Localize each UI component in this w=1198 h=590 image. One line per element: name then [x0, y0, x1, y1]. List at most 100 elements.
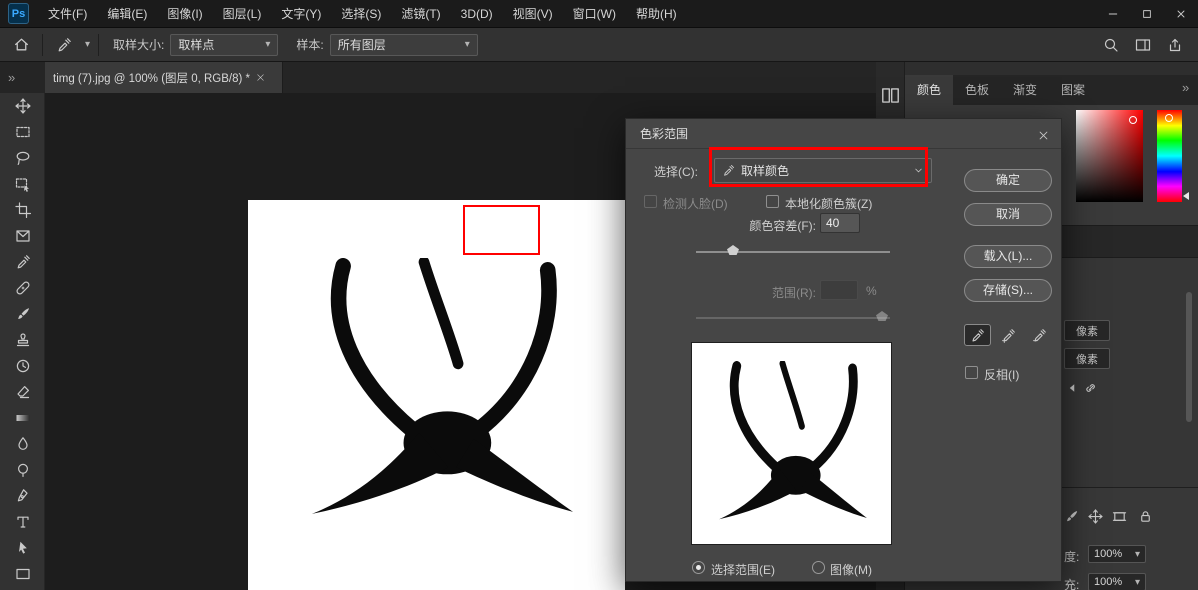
document-tab-bar: » timg (7).jpg @ 100% (图层 0, RGB/8) *: [0, 62, 876, 93]
dodge-tool-icon[interactable]: [0, 457, 45, 483]
eraser-tool-icon[interactable]: [0, 379, 45, 405]
panel-scrollbar[interactable]: [1186, 292, 1192, 422]
menu-item[interactable]: 视图(V): [503, 0, 563, 28]
home-icon[interactable]: [8, 32, 34, 58]
menu-item[interactable]: 帮助(H): [626, 0, 687, 28]
document-image[interactable]: [248, 200, 625, 590]
photoshop-logo: Ps: [8, 3, 29, 24]
image-radio[interactable]: [812, 561, 825, 574]
sample-size-label: 取样大小:: [113, 36, 164, 53]
move-tool-icon[interactable]: [0, 93, 45, 119]
menu-item[interactable]: 文字(Y): [271, 0, 331, 28]
menu-item[interactable]: 文件(F): [38, 0, 97, 28]
type-tool-icon[interactable]: [0, 509, 45, 535]
load-button[interactable]: 载入(L)...: [964, 245, 1052, 268]
title-bar: Ps 文件(F)编辑(E)图像(I)图层(L)文字(Y)选择(S)滤镜(T)3D…: [0, 0, 1198, 28]
panel-menu-chevron-icon[interactable]: »: [1182, 80, 1189, 95]
menu-item[interactable]: 图层(L): [213, 0, 272, 28]
chevron-down-icon: ▾: [265, 39, 270, 50]
localized-clusters-checkbox[interactable]: [766, 195, 779, 208]
ok-button[interactable]: 确定: [964, 169, 1052, 192]
shape-tool-icon[interactable]: [0, 561, 45, 587]
fuzziness-slider-thumb[interactable]: [727, 245, 739, 255]
history-brush-tool-icon[interactable]: [0, 353, 45, 379]
hue-marker[interactable]: [1165, 114, 1173, 122]
clone-stamp-tool-icon[interactable]: [0, 327, 45, 353]
menu-item[interactable]: 窗口(W): [563, 0, 626, 28]
brush-tool-icon[interactable]: [0, 301, 45, 327]
dialog-title: 色彩范围: [640, 125, 688, 142]
invert-checkbox[interactable]: [965, 366, 978, 379]
gradient-tool-icon[interactable]: [0, 405, 45, 431]
range-label: 范围(R):: [696, 284, 816, 301]
blur-tool-icon[interactable]: [0, 431, 45, 457]
panel-group-icon[interactable]: [881, 86, 900, 105]
healing-brush-tool-icon[interactable]: [0, 275, 45, 301]
fuzziness-label: 颜色容差(F):: [696, 217, 816, 234]
panel-tab-1[interactable]: 颜色: [905, 75, 953, 105]
save-button[interactable]: 存储(S)...: [964, 279, 1052, 302]
divider: [98, 34, 99, 56]
lock-transparent-icon[interactable]: [1062, 507, 1080, 525]
height-unit-field[interactable]: 像素: [1064, 348, 1110, 369]
crop-tool-icon[interactable]: [0, 197, 45, 223]
opacity-value-field[interactable]: 100% ▾: [1088, 545, 1146, 563]
marquee-tool-icon[interactable]: [0, 119, 45, 145]
selection-radio-label: 选择范围(E): [711, 561, 775, 578]
eyedropper-tool-icon[interactable]: [0, 249, 45, 275]
fuzziness-input[interactable]: 40: [820, 213, 860, 233]
lasso-tool-icon[interactable]: [0, 145, 45, 171]
pen-tool-icon[interactable]: [0, 483, 45, 509]
object-selection-tool-icon[interactable]: [0, 171, 45, 197]
panel-tab-4[interactable]: 图案: [1049, 75, 1097, 105]
eyedropper-add-icon[interactable]: [995, 324, 1022, 346]
workspace-layout-icon[interactable]: [1130, 32, 1156, 58]
toolbar-collapse-icon[interactable]: »: [8, 70, 15, 85]
tab-close-icon[interactable]: [256, 73, 265, 82]
width-unit-field[interactable]: 像素: [1064, 320, 1110, 341]
localized-clusters-label: 本地化颜色簇(Z): [785, 195, 872, 212]
lock-all-icon[interactable]: [1136, 507, 1154, 525]
hue-arrow-icon[interactable]: [1183, 192, 1189, 200]
hue-slider[interactable]: [1157, 110, 1182, 202]
eyedropper-sample-icon[interactable]: [964, 324, 991, 346]
range-input: [820, 280, 858, 300]
color-range-dialog: 色彩范围 选择(C): 取样颜色 检测人脸(D) 本地化颜色簇(Z) 颜色容差(…: [625, 118, 1062, 582]
range-slider-track: [696, 317, 890, 319]
dialog-close-icon[interactable]: [1033, 125, 1053, 145]
minimize-icon[interactable]: [1096, 0, 1130, 28]
sample-size-select[interactable]: 取样点 ▾: [170, 34, 278, 56]
flip-triangle-icon[interactable]: [1066, 382, 1078, 394]
eyedropper-subtract-icon[interactable]: [1026, 324, 1053, 346]
close-icon[interactable]: [1164, 0, 1198, 28]
maximize-icon[interactable]: [1130, 0, 1164, 28]
active-tool-chevron-icon[interactable]: ▾: [85, 39, 90, 50]
panel-tab-2[interactable]: 色板: [953, 75, 1001, 105]
lock-artboard-icon[interactable]: [1110, 507, 1128, 525]
selection-radio[interactable]: [692, 561, 705, 574]
panel-tab-3[interactable]: 渐变: [1001, 75, 1049, 105]
dialog-title-bar[interactable]: 色彩范围: [626, 119, 1061, 149]
range-slider-thumb: [876, 311, 888, 321]
tools-panel: [0, 93, 45, 590]
active-tool-eyedropper-icon[interactable]: [51, 32, 77, 58]
fill-value-field[interactable]: 100% ▾: [1088, 573, 1146, 590]
menu-item[interactable]: 滤镜(T): [391, 0, 450, 28]
color-field-marker[interactable]: [1129, 116, 1137, 124]
fuzziness-slider-track[interactable]: [696, 251, 890, 253]
lock-position-icon[interactable]: [1086, 507, 1104, 525]
sample-select[interactable]: 所有图层 ▾: [330, 34, 478, 56]
frame-tool-icon[interactable]: [0, 223, 45, 249]
menu-item[interactable]: 编辑(E): [97, 0, 157, 28]
search-icon[interactable]: [1098, 32, 1124, 58]
sample-label: 样本:: [296, 36, 323, 53]
menu-item[interactable]: 3D(D): [451, 0, 503, 28]
cancel-button[interactable]: 取消: [964, 203, 1052, 226]
document-tab[interactable]: timg (7).jpg @ 100% (图层 0, RGB/8) *: [45, 62, 283, 93]
path-select-tool-icon[interactable]: [0, 535, 45, 561]
menu-item[interactable]: 选择(S): [331, 0, 391, 28]
share-icon[interactable]: [1162, 32, 1188, 58]
detect-faces-checkbox[interactable]: [644, 195, 657, 208]
menu-item[interactable]: 图像(I): [157, 0, 212, 28]
link-icon[interactable]: [1084, 381, 1098, 395]
